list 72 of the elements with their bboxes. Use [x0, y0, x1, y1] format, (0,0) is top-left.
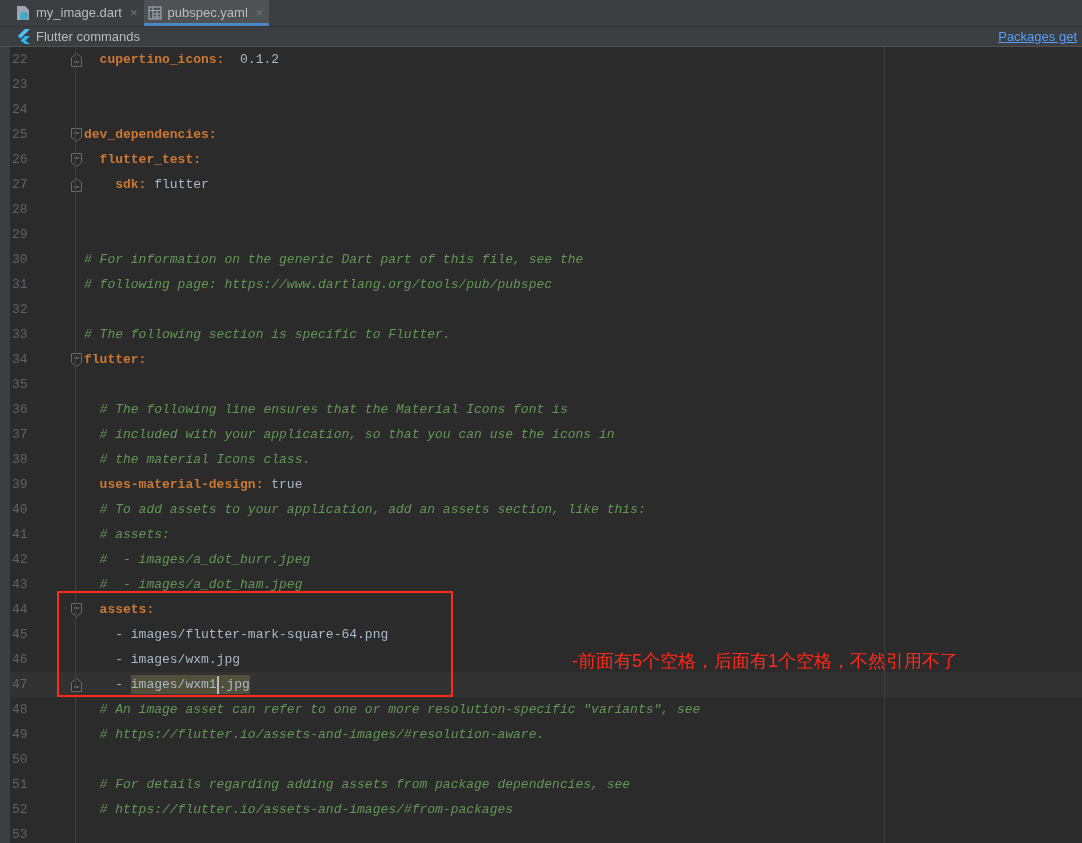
- code-line: # An image asset can refer to one or more resolution-specific "variants", see: [98, 700, 701, 719]
- code-line: # https://flutter.io/assets-and-images/#resolution-aware.: [98, 725, 545, 744]
- flutter-logo-icon: [17, 28, 30, 44]
- fold-icon[interactable]: [70, 177, 82, 192]
- close-icon[interactable]: ×: [128, 3, 140, 23]
- line-number: 45: [11, 625, 29, 644]
- tab-label: pubspec.yaml: [166, 4, 249, 22]
- code-line: # - images/a_dot_ham.jpeg: [98, 575, 303, 594]
- code-line: - images/flutter-mark-square-64.png: [114, 625, 389, 644]
- fold-icon[interactable]: [70, 352, 82, 367]
- code-line: # For information on the generic Dart part of this file, see the: [84, 250, 584, 269]
- table-file-icon: [147, 5, 162, 20]
- code-line: flutter:: [84, 350, 147, 369]
- line-number: 25: [11, 125, 29, 144]
- line-number: 40: [11, 500, 29, 519]
- line-number: 26: [11, 150, 29, 169]
- line-number: 28: [11, 200, 29, 219]
- line-number: 24: [11, 100, 29, 119]
- code-line: # https://flutter.io/assets-and-images/#from-packages: [98, 800, 514, 819]
- code-line: # the material Icons class.: [98, 450, 311, 469]
- line-number: 36: [11, 400, 29, 419]
- line-number: 52: [11, 800, 29, 819]
- fold-icon[interactable]: [70, 677, 82, 692]
- fold-icon[interactable]: [70, 127, 82, 142]
- code-line: uses-material-design: true: [98, 475, 303, 494]
- line-number: 38: [11, 450, 29, 469]
- code-line: dev_dependencies:: [84, 125, 217, 144]
- editor-tab[interactable]: my_image.dart ×: [12, 0, 144, 26]
- line-number: 44: [11, 600, 29, 619]
- code-line: flutter_test:: [98, 150, 202, 169]
- line-number: 51: [11, 775, 29, 794]
- code-line: # included with your application, so that you can use the icons in: [98, 425, 615, 444]
- line-number: 31: [11, 275, 29, 294]
- line-number: 23: [11, 75, 29, 94]
- code-line: # following page: https://www.dartlang.org/tools/pub/pubspec: [84, 275, 553, 294]
- line-number: 33: [11, 325, 29, 344]
- dart-file-icon: [16, 4, 30, 21]
- line-number: 34: [11, 350, 29, 369]
- line-number: 37: [11, 425, 29, 444]
- line-number: 32: [11, 300, 29, 319]
- line-number: 50: [11, 750, 29, 769]
- code-line: # The following section is specific to Flutter.: [84, 325, 451, 344]
- fold-icon[interactable]: [70, 52, 82, 67]
- tab-label: my_image.dart: [35, 4, 123, 22]
- line-number: 29: [11, 225, 29, 244]
- line-number: 42: [11, 550, 29, 569]
- line-number: 49: [11, 725, 29, 744]
- line-number: 43: [11, 575, 29, 594]
- fold-icon[interactable]: [70, 152, 82, 167]
- code-line: # The following line ensures that the Material Icons font is: [98, 400, 568, 419]
- code-line: # For details regarding adding assets from package dependencies, see: [98, 775, 631, 794]
- line-number: 46: [11, 650, 29, 669]
- line-number: 30: [11, 250, 29, 269]
- line-number: 27: [11, 175, 29, 194]
- line-number: 22: [11, 50, 29, 69]
- code-line: assets:: [98, 600, 155, 619]
- line-number: 39: [11, 475, 29, 494]
- toolbar-title: Flutter commands: [36, 27, 141, 46]
- line-number: 41: [11, 525, 29, 544]
- code-line: # assets:: [98, 525, 170, 544]
- line-number: 53: [11, 825, 29, 843]
- code-line: # - images/a_dot_burr.jpeg: [98, 550, 311, 569]
- annotation-note: -前面有5个空格，后面有1个空格，不然引用不了: [572, 650, 958, 673]
- line-number: 48: [11, 700, 29, 719]
- code-line: sdk: flutter: [114, 175, 209, 194]
- line-number: 35: [11, 375, 29, 394]
- code-line: # To add assets to your application, add an assets section, like this:: [98, 500, 646, 519]
- code-line: - images/wxm.jpg: [114, 650, 241, 669]
- code-line: cupertino_icons: 0.1.2: [98, 50, 280, 69]
- fold-icon[interactable]: [70, 602, 82, 617]
- packages-get-link[interactable]: Packages get: [998, 26, 1077, 46]
- editor-tab[interactable]: pubspec.yaml ×: [143, 0, 270, 26]
